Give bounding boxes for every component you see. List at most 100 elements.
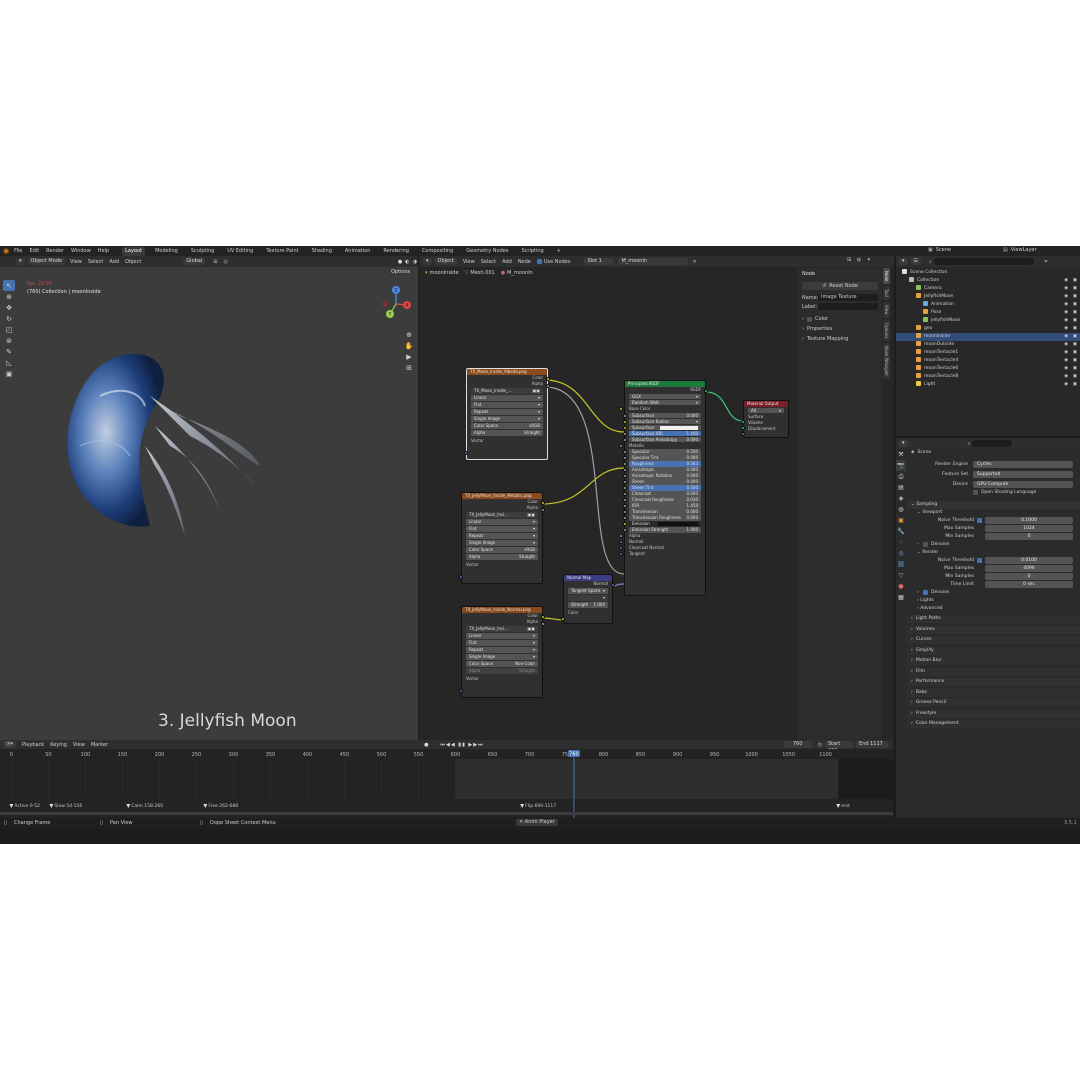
constraints-tab-icon[interactable]: ⛓ [896, 559, 906, 570]
timeline[interactable]: ◷▾ Playback Keying View Marker ● ⏮◀◀ ▮▮ ▶▶⏭… [0, 740, 893, 818]
eye-icon[interactable]: ◉ [1064, 317, 1068, 325]
source-dropdown[interactable]: Single Image ▾ [466, 540, 538, 546]
socket[interactable] [623, 498, 627, 502]
color-space-dropdown[interactable]: Color Space sRGB [471, 423, 543, 429]
socket[interactable] [619, 552, 623, 556]
texture-mapping-panel[interactable]: › Texture Mapping [802, 336, 878, 342]
tab-tool[interactable]: Tool [883, 286, 890, 301]
camera-icon[interactable]: ▣ [1073, 285, 1077, 293]
viewlayer-selector[interactable]: ▤ ViewLayer [1003, 247, 1044, 253]
material-output-node[interactable]: Material Output All ▾ Surface Volume Disp… [741, 400, 789, 438]
projection-dropdown[interactable]: Flat ▾ [466, 526, 538, 532]
outliner-item[interactable]: moonTentacle1 ◉ ▣ [896, 349, 1080, 357]
panel-light-paths[interactable]: › Light Paths [907, 615, 1080, 623]
source-dropdown[interactable]: Single Image ▾ [471, 416, 543, 422]
socket[interactable] [541, 501, 545, 505]
r-noise-field[interactable]: 0.0100 [985, 557, 1073, 564]
eye-icon[interactable]: ◉ [1064, 301, 1068, 309]
panel-freestyle[interactable]: › Freestyle [907, 709, 1080, 718]
add-cube-icon[interactable]: ▣ [3, 368, 15, 379]
vp-noise-checkbox[interactable] [977, 518, 982, 523]
panel-performance[interactable]: › Performance [907, 678, 1080, 686]
eye-icon[interactable]: ◉ [1064, 277, 1068, 285]
viewport-subpanel[interactable]: ⌄ Viewport [907, 509, 1080, 517]
eye-icon[interactable]: ◉ [1064, 373, 1068, 381]
eye-icon[interactable]: ◉ [1064, 349, 1068, 357]
camera-view-icon[interactable]: ▶ [403, 351, 415, 362]
alpha-dropdown[interactable]: Alpha Straight [466, 668, 538, 674]
scale-icon[interactable]: ◰ [3, 324, 15, 335]
material-tab-icon[interactable]: ● [896, 581, 906, 592]
panel-grease-pencil[interactable]: › Grease Pencil [907, 699, 1080, 707]
tab-rendering[interactable]: Rendering [380, 247, 412, 256]
measure-icon[interactable]: ◺ [3, 357, 15, 368]
menu-view[interactable]: View [73, 742, 85, 748]
outliner-item[interactable]: moonTentacle4 ◉ ▣ [896, 357, 1080, 365]
anim-player-badge[interactable]: ✕ Anim Player [516, 819, 558, 826]
properties-panel[interactable]: › Properties [802, 326, 878, 332]
output-tab-icon[interactable]: ⎙ [896, 471, 906, 482]
tab-animation[interactable]: Animation [342, 247, 374, 256]
view-layer-tab-icon[interactable]: ▤ [896, 482, 906, 493]
eye-icon[interactable]: ◉ [1064, 309, 1068, 317]
input-sheen-tint[interactable]: Sheen Tint 0.500 [623, 485, 701, 491]
shading-material-icon[interactable]: ◐ [405, 259, 409, 265]
camera-icon[interactable]: ▣ [1073, 325, 1077, 333]
navigation-gizmo[interactable]: X Z Y [378, 284, 414, 324]
input-specular-tint[interactable]: Specular Tint 0.000 [623, 455, 701, 461]
vp-max-field[interactable]: 1024 [985, 525, 1073, 532]
modifier-tab-icon[interactable]: 🔧 [896, 526, 906, 537]
outliner-item[interactable]: Pose ◉ ▣ [896, 309, 1080, 317]
socket[interactable] [619, 534, 623, 538]
editor-type-button[interactable]: ▾ [899, 258, 908, 265]
socket[interactable] [464, 451, 468, 455]
osl-checkbox[interactable] [973, 490, 978, 495]
physics-tab-icon[interactable]: ◎ [896, 548, 906, 559]
socket[interactable] [623, 528, 627, 532]
display-mode-button[interactable]: ☰ [910, 258, 921, 265]
socket[interactable] [541, 615, 545, 619]
eye-icon[interactable]: ◉ [1064, 365, 1068, 373]
socket[interactable] [623, 425, 627, 430]
input-ior[interactable]: IOR 1.450 [623, 503, 701, 509]
socket[interactable] [546, 377, 550, 381]
input-subsurface-c[interactable]: Subsurface C... [623, 424, 701, 435]
sampling-panel[interactable]: ⌄ Sampling [907, 501, 1080, 509]
socket[interactable] [623, 468, 627, 472]
render-engine-dropdown[interactable]: Cycles [973, 461, 1073, 468]
add-workspace-button[interactable]: + [554, 247, 564, 256]
input-subsurface-radius[interactable]: Subsurface Radius ▾ [623, 418, 701, 424]
input-clearcoat-roughness[interactable]: Clearcoat Roughness 0.030 [623, 497, 701, 503]
shading-rendered-icon[interactable]: ◑ [413, 259, 417, 265]
menu-keying[interactable]: Keying [50, 742, 67, 748]
camera-icon[interactable]: ▣ [1073, 293, 1077, 301]
panel-bake[interactable]: › Bake [907, 688, 1080, 697]
outliner-item[interactable]: Light ◉ ▣ [896, 381, 1080, 389]
color-checkbox[interactable] [807, 316, 812, 322]
outliner-item[interactable]: moonTentacle6 ◉ ▣ [896, 365, 1080, 373]
socket[interactable] [623, 474, 627, 478]
tab-options[interactable]: Options [883, 319, 890, 342]
camera-icon[interactable]: ▣ [1073, 317, 1077, 325]
tool-tab-icon[interactable]: ⚒ [896, 449, 906, 460]
strength-field[interactable]: Strength 1.000 [568, 602, 608, 608]
r-noise-checkbox[interactable] [977, 558, 982, 563]
reset-node-button[interactable]: ↺ Reset Node [802, 282, 878, 290]
menu-file[interactable]: File [14, 248, 22, 254]
socket[interactable] [619, 546, 623, 550]
socket[interactable] [623, 456, 627, 460]
editor-type-button[interactable]: ▾ [16, 258, 25, 265]
vp-min-field[interactable]: 0 [985, 533, 1073, 540]
playback-controls[interactable]: ⏮◀◀ ▮▮ ▶▶⏭ [441, 742, 484, 748]
eye-icon[interactable]: ◉ [1064, 325, 1068, 333]
start-frame-field[interactable]: Start 600 [824, 741, 853, 754]
data-tab-icon[interactable]: ▽ [896, 570, 906, 581]
socket[interactable] [541, 508, 545, 512]
space-dropdown[interactable]: Tangent Space ▾ [568, 588, 608, 594]
extension-dropdown[interactable]: Repeat ▾ [471, 409, 543, 415]
timeline-scrollbar[interactable] [0, 812, 893, 815]
socket[interactable] [623, 437, 627, 442]
socket[interactable] [619, 407, 623, 411]
menu-playback[interactable]: Playback [22, 742, 44, 748]
outliner-item[interactable]: Scene Collection [896, 269, 1080, 277]
